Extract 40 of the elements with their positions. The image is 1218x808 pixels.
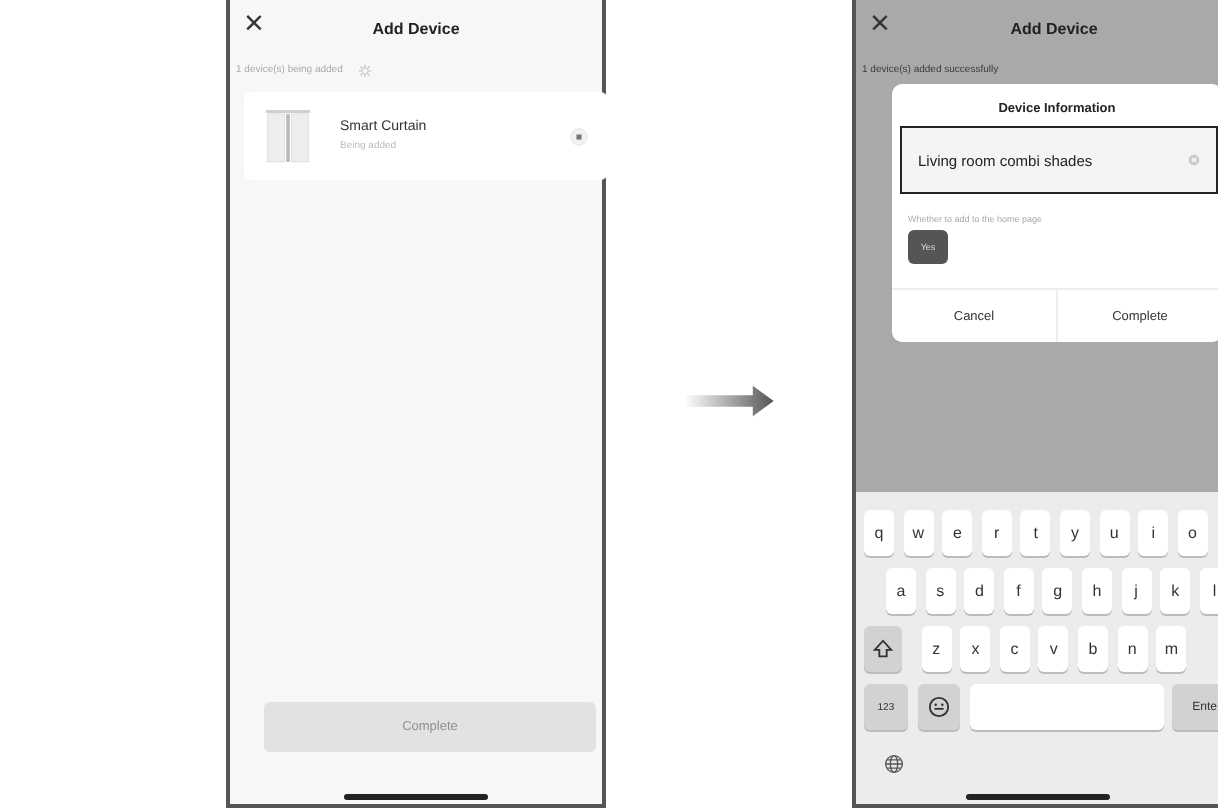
- home-indicator: [966, 794, 1110, 800]
- keyboard-key[interactable]: c: [999, 626, 1030, 672]
- keyboard-key[interactable]: q: [864, 510, 894, 556]
- keyboard-key[interactable]: b: [1077, 626, 1108, 672]
- keyboard-key[interactable]: a: [886, 568, 916, 614]
- globe-icon[interactable]: [884, 754, 904, 774]
- keyboard-key[interactable]: z: [921, 626, 952, 672]
- emoji-key[interactable]: [917, 684, 961, 730]
- keyboard-key[interactable]: u: [1099, 510, 1130, 556]
- emoji-icon: [927, 696, 950, 718]
- curtain-icon: [264, 108, 312, 164]
- stop-icon[interactable]: [570, 127, 588, 145]
- keyboard-key[interactable]: w: [903, 510, 934, 556]
- home-indicator: [344, 794, 488, 800]
- right-arrow-icon: [683, 381, 775, 419]
- keyboard-key[interactable]: o: [1177, 510, 1208, 556]
- keyboard-key[interactable]: j: [1121, 568, 1152, 614]
- keyboard-key[interactable]: m: [1156, 626, 1187, 672]
- keyboard-key[interactable]: e: [942, 510, 973, 556]
- close-button[interactable]: ×: [244, 2, 264, 46]
- keyboard-key[interactable]: g: [1042, 568, 1073, 614]
- keyboard-key[interactable]: k: [1160, 568, 1191, 614]
- close-button[interactable]: ×: [870, 2, 890, 46]
- keyboard-key[interactable]: v: [1038, 626, 1069, 672]
- keyboard-key[interactable]: t: [1020, 510, 1051, 556]
- screen-title: Add Device: [1010, 19, 1098, 37]
- keyboard-key[interactable]: l: [1199, 568, 1218, 614]
- keyboard-key[interactable]: s: [925, 568, 956, 614]
- keyboard-key[interactable]: h: [1081, 568, 1112, 614]
- keyboard-key[interactable]: y: [1059, 510, 1090, 556]
- keyboard-key[interactable]: n: [1117, 626, 1148, 672]
- keyboard-key[interactable]: x: [960, 626, 991, 672]
- keyboard-key[interactable]: f: [1003, 568, 1034, 614]
- shift-icon: [872, 638, 894, 660]
- screen-title: Add Device: [372, 19, 460, 37]
- shift-key[interactable]: [864, 626, 902, 672]
- keyboard-key[interactable]: r: [981, 510, 1012, 556]
- keyboard-key[interactable]: d: [964, 568, 995, 614]
- keyboard-key[interactable]: i: [1138, 510, 1169, 556]
- loading-spinner-icon: [358, 63, 373, 77]
